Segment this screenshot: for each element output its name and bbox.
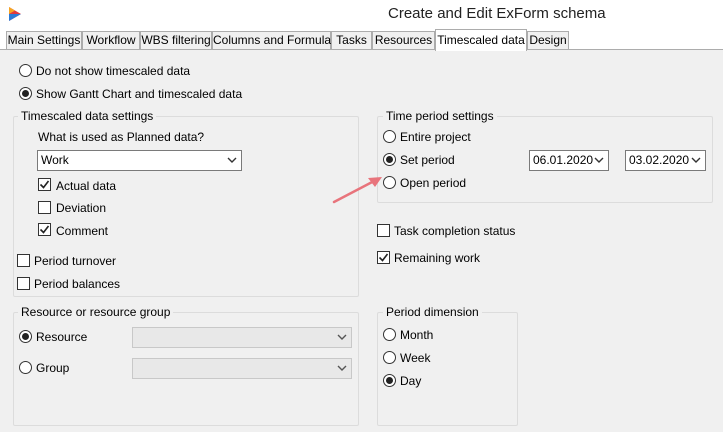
gantt-label: Show Gantt Chart and timescaled data	[36, 87, 243, 101]
tab-strip: Main Settings Workflow WBS filtering Col…	[0, 29, 723, 51]
tab-main-settings[interactable]: Main Settings	[6, 31, 82, 50]
chevron-down-icon	[227, 157, 237, 163]
comment-checkbox[interactable]	[38, 223, 51, 236]
open-period-radio[interactable]	[383, 176, 396, 189]
resource-radio[interactable]	[19, 330, 32, 343]
planned-data-select[interactable]: Work	[37, 150, 242, 171]
actual-data-label: Actual data	[56, 179, 117, 193]
time-period-title: Time period settings	[383, 109, 497, 123]
end-date-value: 03.02.2020	[629, 153, 690, 167]
remaining-work-label: Remaining work	[394, 251, 481, 265]
period-turnover-checkbox[interactable]	[17, 254, 30, 267]
remaining-work-checkbox[interactable]	[377, 251, 390, 264]
tab-tasks[interactable]: Tasks	[331, 31, 372, 50]
timescaled-settings-title: Timescaled data settings	[18, 109, 157, 123]
end-date-picker[interactable]: 03.02.2020	[625, 150, 706, 171]
group-select[interactable]	[132, 358, 352, 379]
resource-group-title: Resource or resource group	[18, 305, 174, 319]
set-period-label: Set period	[400, 153, 455, 167]
group-radio[interactable]	[19, 361, 32, 374]
check-icon	[378, 253, 389, 262]
week-radio[interactable]	[383, 351, 396, 364]
tab-workflow[interactable]: Workflow	[82, 31, 140, 50]
arrow-annotation-icon	[332, 177, 382, 204]
day-radio[interactable]	[383, 374, 396, 387]
entire-project-radio[interactable]	[383, 130, 396, 143]
month-radio[interactable]	[383, 328, 396, 341]
resource-label: Resource	[36, 330, 88, 344]
tab-timescaled-data[interactable]: Timescaled data	[435, 29, 527, 51]
planned-prompt: What is used as Planned data?	[38, 130, 205, 144]
open-period-label: Open period	[400, 176, 467, 190]
group-label: Group	[36, 361, 70, 375]
period-dimension-group	[377, 312, 518, 426]
period-balances-label: Period balances	[34, 277, 121, 291]
actual-data-checkbox[interactable]	[38, 178, 51, 191]
tab-columns-formulas[interactable]: Columns and Formulas	[212, 31, 337, 50]
check-icon	[39, 180, 50, 189]
task-completion-label: Task completion status	[394, 224, 516, 238]
period-balances-checkbox[interactable]	[17, 277, 30, 290]
planned-data-value: Work	[41, 153, 69, 167]
month-label: Month	[400, 328, 434, 342]
app-logo-icon	[9, 7, 21, 21]
deviation-checkbox[interactable]	[38, 201, 51, 214]
resource-select[interactable]	[132, 327, 352, 348]
deviation-label: Deviation	[56, 201, 107, 215]
tab-wbs-filtering[interactable]: WBS filtering	[140, 31, 212, 50]
tab-resources[interactable]: Resources	[372, 31, 435, 50]
chevron-down-icon	[337, 365, 347, 371]
comment-label: Comment	[56, 224, 109, 238]
week-label: Week	[400, 351, 431, 365]
start-date-value: 06.01.2020	[533, 153, 594, 167]
set-period-radio[interactable]	[383, 153, 396, 166]
window-title: Create and Edit ExForm schema	[388, 5, 606, 22]
chevron-down-icon	[594, 157, 604, 163]
period-dimension-title: Period dimension	[383, 305, 482, 319]
chevron-down-icon	[691, 157, 701, 163]
check-icon	[39, 225, 50, 234]
no-timescaled-radio[interactable]	[19, 64, 32, 77]
gantt-radio[interactable]	[19, 87, 32, 100]
tab-design[interactable]: Design	[527, 31, 569, 50]
no-timescaled-label: Do not show timescaled data	[36, 64, 191, 78]
task-completion-checkbox[interactable]	[377, 224, 390, 237]
start-date-picker[interactable]: 06.01.2020	[529, 150, 609, 171]
period-turnover-label: Period turnover	[34, 254, 117, 268]
chevron-down-icon	[337, 334, 347, 340]
title-bar: Create and Edit ExForm schema	[0, 0, 723, 30]
tab-divider	[0, 49, 723, 50]
entire-project-label: Entire project	[400, 130, 471, 144]
day-label: Day	[400, 374, 422, 388]
